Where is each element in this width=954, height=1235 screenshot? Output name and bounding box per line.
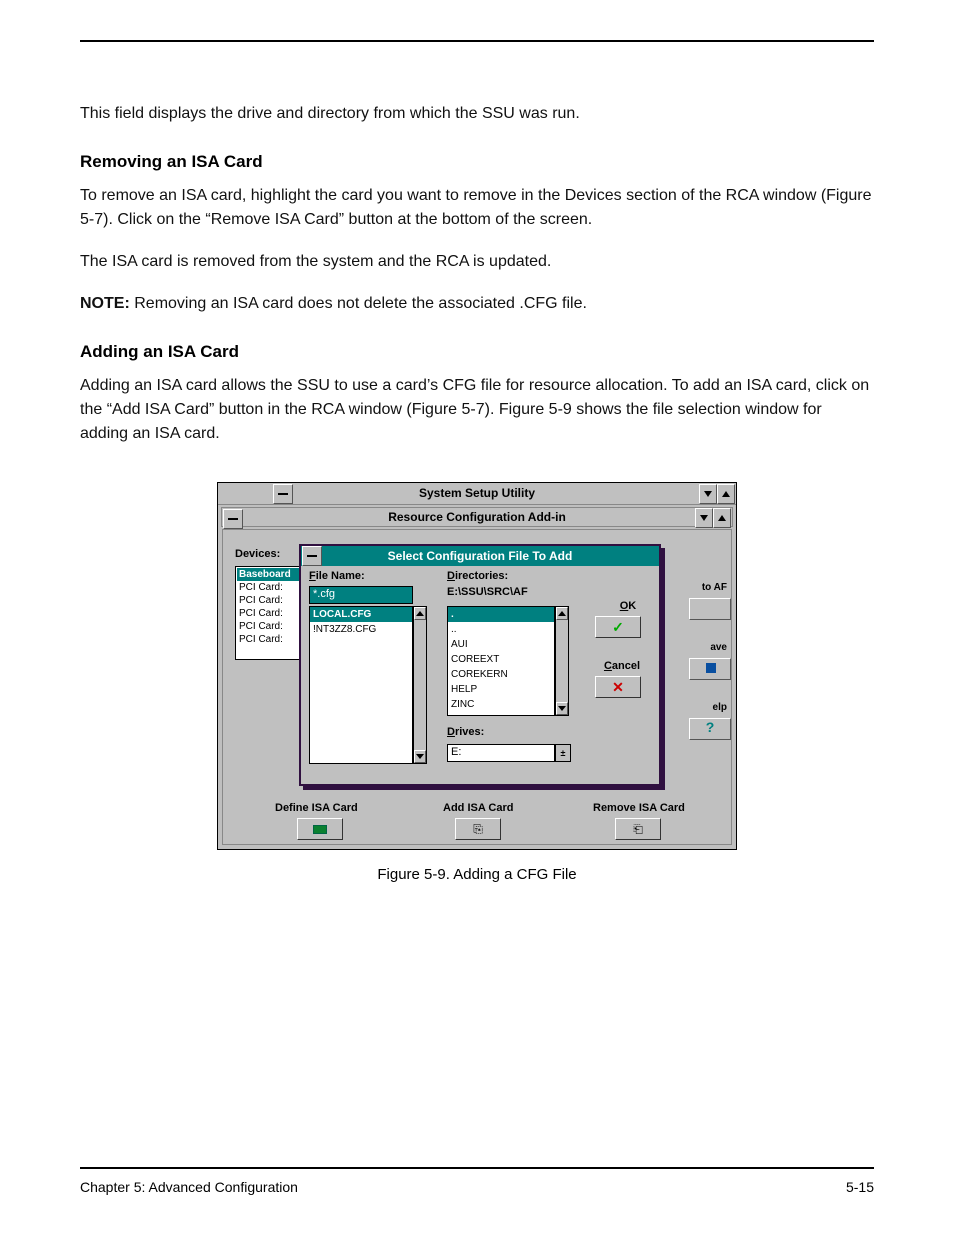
file-list[interactable]: LOCAL.CFG !NT3ZZ8.CFG [309,606,413,764]
save-label: ave [710,642,727,653]
dialog-system-menu-button[interactable] [302,546,322,566]
scroll-up-button[interactable] [414,607,426,620]
body-text-removing-2: The ISA card is removed from the system … [80,250,874,274]
dir-item[interactable]: . [448,607,554,622]
file-item[interactable]: !NT3ZZ8.CFG [310,622,412,637]
inner-minimize-button[interactable] [695,508,713,528]
scroll-up-button[interactable] [556,607,568,620]
add-isa-label: Add ISA Card [443,802,514,814]
heading-removing-isa: Removing an ISA Card [80,152,874,172]
top-rule [80,40,874,42]
scroll-track[interactable] [556,620,568,702]
device-item[interactable]: PCI Card: [237,607,306,620]
maximize-button[interactable] [717,484,735,504]
dialog-titlebar: Select Configuration File To Add [301,546,659,566]
scroll-down-button[interactable] [414,750,426,763]
inner-maximize-button[interactable] [713,508,731,528]
device-item[interactable]: PCI Card: [237,633,306,646]
check-icon: ✓ [612,619,624,636]
page-footer: Chapter 5: Advanced Configuration 5-15 [80,1167,874,1195]
help-button[interactable]: ? [689,718,731,740]
inner-titlebar: Resource Configuration Add-in [221,507,733,527]
remove-isa-label: Remove ISA Card [593,802,685,814]
footer-page-number: 5-15 [846,1179,874,1195]
device-item[interactable]: PCI Card: [237,581,306,594]
define-isa-button[interactable] [297,818,343,840]
ok-button[interactable]: ✓ [595,616,641,638]
heading-adding-isa: Adding an ISA Card [80,342,874,362]
body-text-adding: Adding an ISA card allows the SSU to use… [80,374,874,446]
add-isa-button[interactable]: ⎘ [455,818,501,840]
scroll-track[interactable] [414,620,426,750]
body-text-drive-dir: This field displays the drive and direct… [80,102,874,126]
save-button[interactable] [689,658,731,680]
note-label: NOTE: [80,295,130,312]
device-item[interactable]: PCI Card: [237,594,306,607]
figure-caption: Figure 5-9. Adding a CFG File [80,866,874,883]
directories-label: Directories: [447,570,508,582]
disk-icon [706,663,716,673]
drives-combo-button[interactable]: ± [555,744,571,762]
client-area: Devices: Baseboard PCI Card: PCI Card: P… [222,529,732,845]
dir-item[interactable]: COREKERN [448,667,554,682]
file-dialog: Select Configuration File To Add File Na… [299,544,661,786]
scroll-down-button[interactable] [556,702,568,715]
card-icon [313,825,327,834]
directory-list[interactable]: . .. AUI COREEXT COREKERN HELP ZINC [447,606,555,716]
minimize-button[interactable] [699,484,717,504]
dir-item[interactable]: .. [448,622,554,637]
file-name-input[interactable]: *.cfg [309,586,413,604]
ok-label: OK [605,600,651,612]
help-label: elp [713,702,727,713]
devices-list[interactable]: Baseboard PCI Card: PCI Card: PCI Card: … [235,566,307,660]
dialog-title: Select Configuration File To Add [388,549,573,563]
note-block: NOTE: Removing an ISA card does not dele… [80,292,874,316]
screenshot-window: System Setup Utility Resource Configurat… [217,482,737,850]
dir-item[interactable]: ZINC [448,697,554,712]
dir-item[interactable]: AUI [448,637,554,652]
help-icon: ? [690,719,730,735]
note-text: Removing an ISA card does not delete the… [134,295,587,312]
outer-window-title: System Setup Utility [218,486,736,500]
inner-window-title: Resource Configuration Add-in [222,510,732,524]
dir-item[interactable]: HELP [448,682,554,697]
save-to-af-button[interactable] [689,598,731,620]
device-item[interactable]: PCI Card: [237,620,306,633]
footer-chapter: Chapter 5: Advanced Configuration [80,1179,298,1195]
file-list-scrollbar[interactable] [413,606,427,764]
dir-item[interactable]: COREEXT [448,652,554,667]
outer-titlebar: System Setup Utility [218,483,736,505]
save-to-af-label: to AF [702,582,727,593]
body-text-removing-1: To remove an ISA card, highlight the car… [80,184,874,232]
cancel-label: Cancel [599,660,645,672]
device-item[interactable]: Baseboard [237,568,306,581]
remove-isa-button[interactable]: ⎗ [615,818,661,840]
remove-card-icon: ⎗ [633,822,643,837]
define-isa-label: Define ISA Card [275,802,358,814]
file-name-label: File Name: [309,570,365,582]
cancel-button[interactable]: ✕ [595,676,641,698]
x-icon: ✕ [612,679,624,696]
directories-path: E:\SSU\SRC\AF [447,586,528,598]
add-card-icon: ⎘ [473,822,483,837]
dropdown-icon: ± [561,748,566,758]
drives-combo[interactable]: E: [447,744,555,762]
drives-label: Drives: [447,726,484,738]
directory-list-scrollbar[interactable] [555,606,569,716]
file-item[interactable]: LOCAL.CFG [310,607,412,622]
devices-label: Devices: [235,548,280,560]
